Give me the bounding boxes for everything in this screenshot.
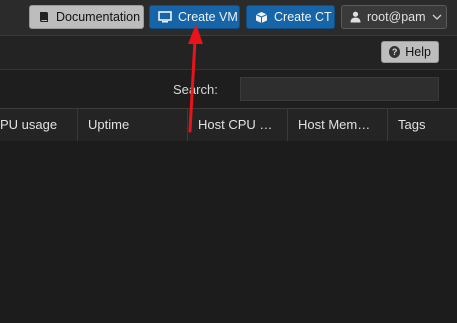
search-input[interactable] — [240, 77, 439, 101]
app-window: Documentation Create VM Create CT root@p… — [0, 0, 457, 323]
help-label: Help — [405, 45, 431, 59]
search-row: Search: — [0, 70, 457, 108]
table-body — [0, 141, 457, 323]
question-circle-icon: ? — [389, 46, 401, 58]
search-label: Search: — [173, 82, 218, 97]
create-vm-label: Create VM — [178, 10, 238, 24]
cube-icon — [255, 11, 268, 24]
monitor-icon — [158, 11, 172, 23]
user-label: root@pam — [367, 10, 426, 24]
help-button[interactable]: ? Help — [381, 41, 439, 63]
column-header-cpu-usage[interactable]: PU usage — [0, 109, 78, 141]
column-header-tags[interactable]: Tags — [388, 109, 457, 141]
create-ct-label: Create CT — [274, 10, 332, 24]
column-header-host-cpu[interactable]: Host CPU … — [188, 109, 288, 141]
user-menu-button[interactable]: root@pam — [341, 5, 447, 29]
book-icon — [38, 11, 50, 23]
column-header-uptime[interactable]: Uptime — [78, 109, 188, 141]
table-header: PU usage Uptime Host CPU … Host Mem… Tag… — [0, 108, 457, 142]
create-vm-button[interactable]: Create VM — [149, 5, 240, 29]
create-ct-button[interactable]: Create CT — [246, 5, 335, 29]
documentation-button[interactable]: Documentation — [29, 5, 144, 29]
chevron-down-icon — [432, 14, 442, 21]
top-toolbar: Documentation Create VM Create CT root@p… — [0, 0, 457, 36]
column-header-host-memory[interactable]: Host Mem… — [288, 109, 388, 141]
panel-toolbar: ? Help — [0, 36, 457, 70]
documentation-label: Documentation — [56, 10, 141, 24]
user-icon — [350, 11, 361, 23]
